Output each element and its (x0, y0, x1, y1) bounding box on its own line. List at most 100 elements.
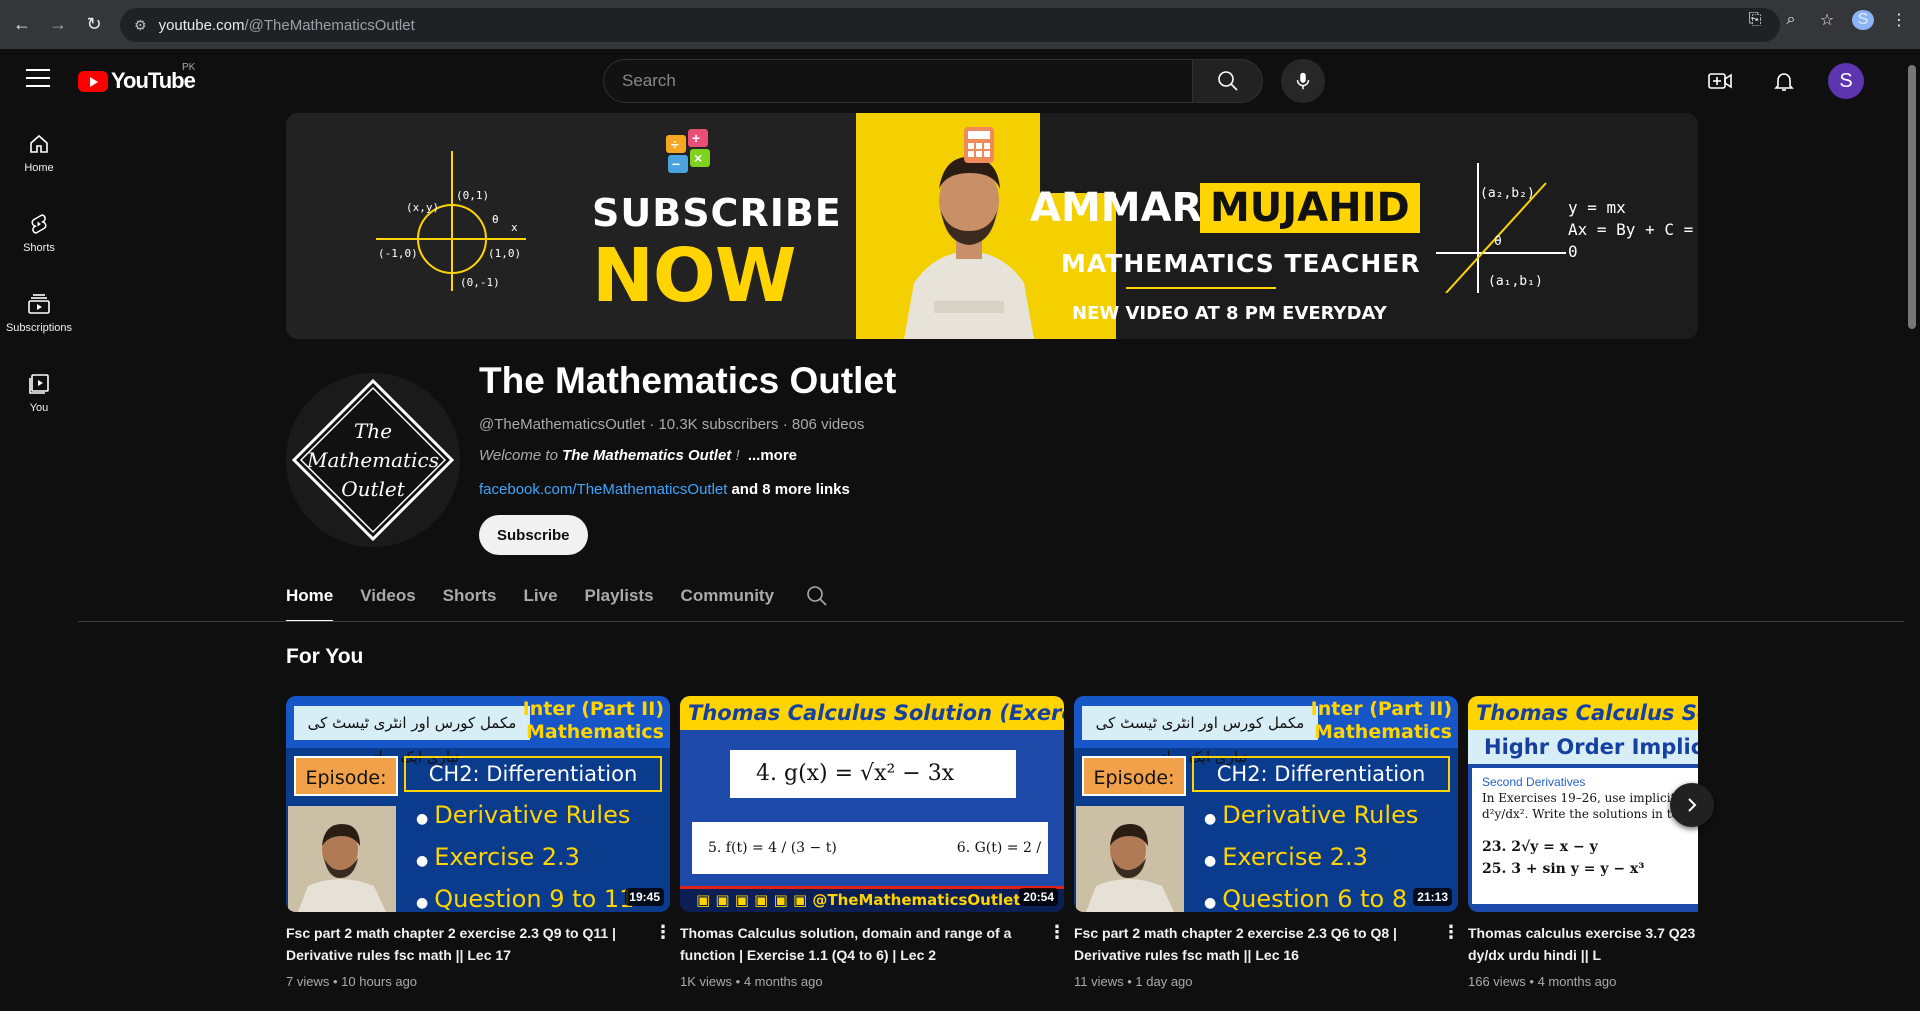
video-title[interactable]: Thomas Calculus solution, domain and ran… (680, 922, 1040, 966)
video-thumbnail[interactable]: مکمل کورس اور انٹری ٹیسٹ کی تیاری ایک سا… (286, 696, 670, 912)
channel-meta: @TheMathematicsOutlet · 10.3K subscriber… (479, 416, 864, 433)
more-links-button[interactable]: and 8 more links (731, 481, 849, 498)
voice-search-button[interactable] (1281, 59, 1325, 103)
sidebar-item-shorts[interactable]: Shorts (0, 193, 78, 273)
tab-playlists[interactable]: Playlists (585, 578, 654, 622)
svg-text:(a₂,b₂): (a₂,b₂) (1480, 186, 1535, 201)
mini-guide: Home Shorts Subscriptions You (0, 113, 78, 433)
thumb-teacher-photo (1076, 806, 1184, 912)
account-avatar[interactable]: S (1828, 63, 1864, 99)
tab-videos[interactable]: Videos (360, 578, 415, 622)
banner-last-name: MUJAHID (1200, 183, 1420, 233)
desc-prefix: Welcome to (479, 447, 563, 464)
browser-toolbar: ← → ↻ ⚙ youtube.com/@TheMathematicsOutle… (0, 0, 1920, 49)
tab-home[interactable]: Home (286, 578, 334, 622)
forward-icon[interactable]: → (44, 11, 72, 39)
thumb-episode: Episode: 17 (294, 756, 398, 829)
more-link[interactable]: ...more (748, 447, 797, 464)
microphone-icon (1296, 72, 1310, 90)
back-icon[interactable]: ← (8, 11, 36, 39)
channel-search-button[interactable] (805, 578, 829, 622)
svg-text:x: x (511, 221, 518, 234)
banner-now-text: NOW (592, 233, 796, 319)
video-thumbnail[interactable]: Thomas Calculus Solution (Exercise 1.1) … (680, 696, 1064, 912)
address-bar[interactable]: ⚙ youtube.com/@TheMathematicsOutlet (120, 8, 1780, 42)
browser-menu-icon[interactable]: ⋮ (1888, 10, 1910, 30)
thumb-topic: Exercise 2.3 (1222, 843, 1368, 871)
create-button[interactable] (1700, 61, 1740, 101)
video-card[interactable]: مکمل کورس اور انٹری ٹیسٹ کی تیاری ایک سا… (1074, 696, 1460, 989)
thumb-chapter: CH2: Differentiation (404, 756, 662, 792)
search-button[interactable] (1192, 59, 1263, 103)
video-thumbnail[interactable]: مکمل کورس اور انٹری ٹیسٹ کی تیاری ایک سا… (1074, 696, 1458, 912)
thumb-topic: Derivative Rules (434, 801, 631, 829)
thumb-topics: ● Derivative Rules ● Exercise 2.3 ● Questio… (1204, 801, 1419, 912)
shorts-icon (31, 214, 47, 234)
equation-2: Ax = By + C = 0 (1568, 220, 1694, 261)
thumb-course-line: Inter (Part II) (522, 698, 664, 720)
view-count: 166 views (1468, 974, 1526, 989)
zoom-icon[interactable]: ⌕ (1780, 11, 1802, 29)
reload-icon[interactable]: ↻ (80, 11, 108, 39)
facebook-link[interactable]: facebook.com/TheMathematicsOutlet (479, 481, 727, 498)
video-card[interactable]: Thomas Calculus Soluti Highr Order Impli… (1468, 696, 1698, 989)
svg-text:(0,1): (0,1) (456, 189, 489, 202)
install-app-icon[interactable]: ⎘ (1744, 11, 1766, 29)
thumb-equation: 4. g(x) = √x² − 3x (730, 750, 1016, 798)
svg-text:(-1,0): (-1,0) (378, 247, 418, 260)
page-scrollbar[interactable] (1904, 49, 1920, 1011)
sidebar-item-you[interactable]: You (0, 353, 78, 433)
thumb-section: Second Derivatives (1482, 775, 1586, 789)
video-thumbnail[interactable]: Thomas Calculus Soluti Highr Order Impli… (1468, 696, 1698, 912)
svg-text:(1,0): (1,0) (488, 247, 521, 260)
country-code: PK (182, 62, 196, 73)
browser-profile-avatar[interactable]: S (1852, 10, 1874, 30)
video-card[interactable]: مکمل کورس اور انٹری ٹیسٹ کی تیاری ایک سا… (286, 696, 672, 989)
video-menu-icon[interactable]: ⋮ (654, 922, 672, 943)
search-box[interactable] (603, 59, 1193, 103)
duration-badge: 21:13 (1413, 888, 1452, 906)
video-title[interactable]: Thomas calculus exercise 3.7 Q23 differe… (1468, 922, 1698, 966)
banner-subscribe-text: SUBSCRIBE (592, 191, 842, 235)
video-menu-icon[interactable]: ⋮ (1442, 922, 1460, 943)
svg-text:÷: ÷ (671, 136, 679, 152)
shelf-next-button[interactable] (1670, 783, 1714, 827)
scrollbar-thumb[interactable] (1908, 65, 1916, 329)
svg-text:+: + (692, 130, 700, 146)
channel-description[interactable]: Welcome to The Mathematics Outlet ! ...m… (479, 447, 797, 464)
thumb-course-line: Mathematics (525, 721, 664, 743)
youtube-logo[interactable]: YouTube PK (78, 62, 196, 94)
bookmark-star-icon[interactable]: ☆ (1816, 10, 1838, 30)
search-input[interactable] (622, 71, 1192, 91)
upload-age: 1 day ago (1135, 974, 1193, 989)
thumb-course: Inter (Part II) Mathematics (523, 698, 664, 744)
video-menu-icon[interactable]: ⋮ (1048, 922, 1066, 943)
logo-line: Outlet (341, 477, 405, 501)
site-info-icon[interactable]: ⚙ (134, 17, 147, 34)
banner-schedule: NEW VIDEO AT 8 PM EVERYDAY (1072, 303, 1387, 324)
section-title: For You (286, 645, 364, 668)
thumb-course-line: Mathematics (1313, 721, 1452, 743)
tab-community[interactable]: Community (681, 578, 775, 622)
sidebar-item-home[interactable]: Home (0, 113, 78, 193)
logo-line: The (353, 419, 393, 443)
you-icon (29, 374, 49, 394)
video-title[interactable]: Fsc part 2 math chapter 2 exercise 2.3 Q… (1074, 922, 1434, 966)
channel-title: The Mathematics Outlet (479, 360, 897, 401)
svg-text:−: − (672, 156, 680, 172)
tab-live[interactable]: Live (524, 578, 558, 622)
url-host: youtube.com (158, 16, 245, 34)
sidebar-item-subscriptions[interactable]: Subscriptions (0, 273, 78, 353)
guide-menu-icon[interactable] (26, 69, 50, 87)
tab-shorts[interactable]: Shorts (443, 578, 497, 622)
duration-badge: 19:45 (625, 888, 664, 906)
video-meta: 166 views • 4 months ago (1468, 974, 1617, 989)
video-card[interactable]: Thomas Calculus Solution (Exercise 1.1) … (680, 696, 1066, 989)
sidebar-item-label: Home (24, 162, 54, 174)
subscribe-button[interactable]: Subscribe (479, 515, 588, 555)
video-meta: 1K views • 4 months ago (680, 974, 823, 989)
sidebar-item-label: Subscriptions (5, 322, 73, 334)
channel-avatar[interactable]: The Mathematics Outlet (286, 373, 460, 547)
video-title[interactable]: Fsc part 2 math chapter 2 exercise 2.3 Q… (286, 922, 646, 966)
notifications-button[interactable] (1764, 61, 1804, 101)
